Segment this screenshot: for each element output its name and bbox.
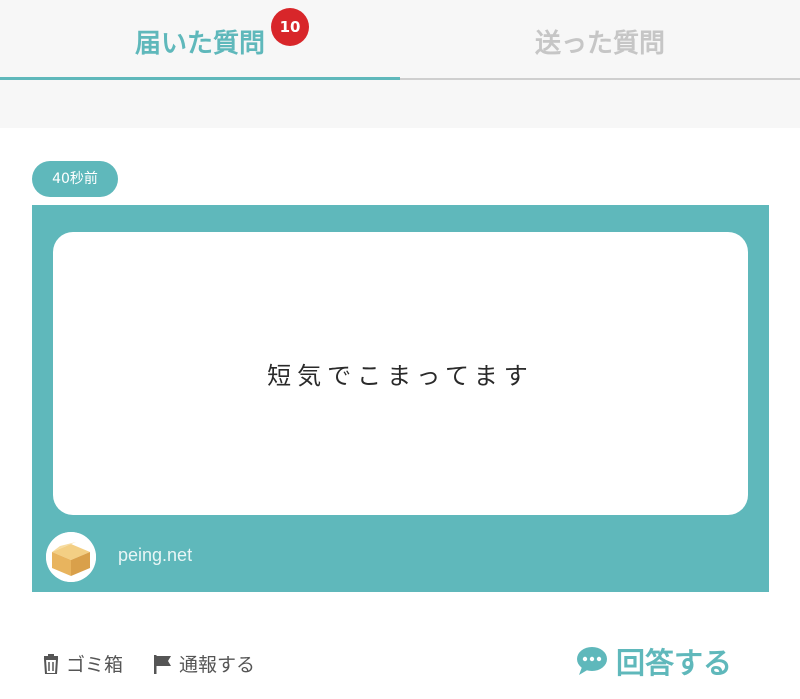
- header-spacer: [0, 80, 800, 128]
- flag-icon: [154, 654, 171, 674]
- answer-label: 回答する: [616, 646, 733, 680]
- question-card-body: 短気でこまってます: [53, 232, 748, 515]
- question-text: 短気でこまってます: [267, 362, 534, 390]
- question-actions: ゴミ箱 通報する 回答する: [0, 630, 800, 699]
- trash-button[interactable]: ゴミ箱: [42, 650, 123, 677]
- tab-received-label: 届いた質問: [134, 29, 265, 59]
- tab-received-questions[interactable]: 届いた質問: [0, 0, 400, 80]
- tab-sent-questions[interactable]: 送った質問: [400, 0, 800, 80]
- report-button[interactable]: 通報する: [153, 650, 255, 677]
- trash-label: ゴミ箱: [66, 654, 124, 676]
- trash-icon: [43, 653, 59, 674]
- question-card[interactable]: 短気でこまってます peing.net: [32, 205, 769, 592]
- site-label: peing.net: [118, 545, 193, 565]
- cardboard-box-icon: [46, 532, 96, 582]
- unread-count-badge: 10: [271, 8, 309, 46]
- answer-button[interactable]: 回答する: [576, 640, 732, 682]
- speech-bubble-icon: [577, 647, 607, 675]
- report-label: 通報する: [179, 654, 256, 676]
- tab-sent-label: 送った質問: [534, 29, 665, 59]
- time-ago-badge: 40秒前: [32, 161, 118, 197]
- tab-bar: 届いた質問 10 送った質問: [0, 0, 800, 80]
